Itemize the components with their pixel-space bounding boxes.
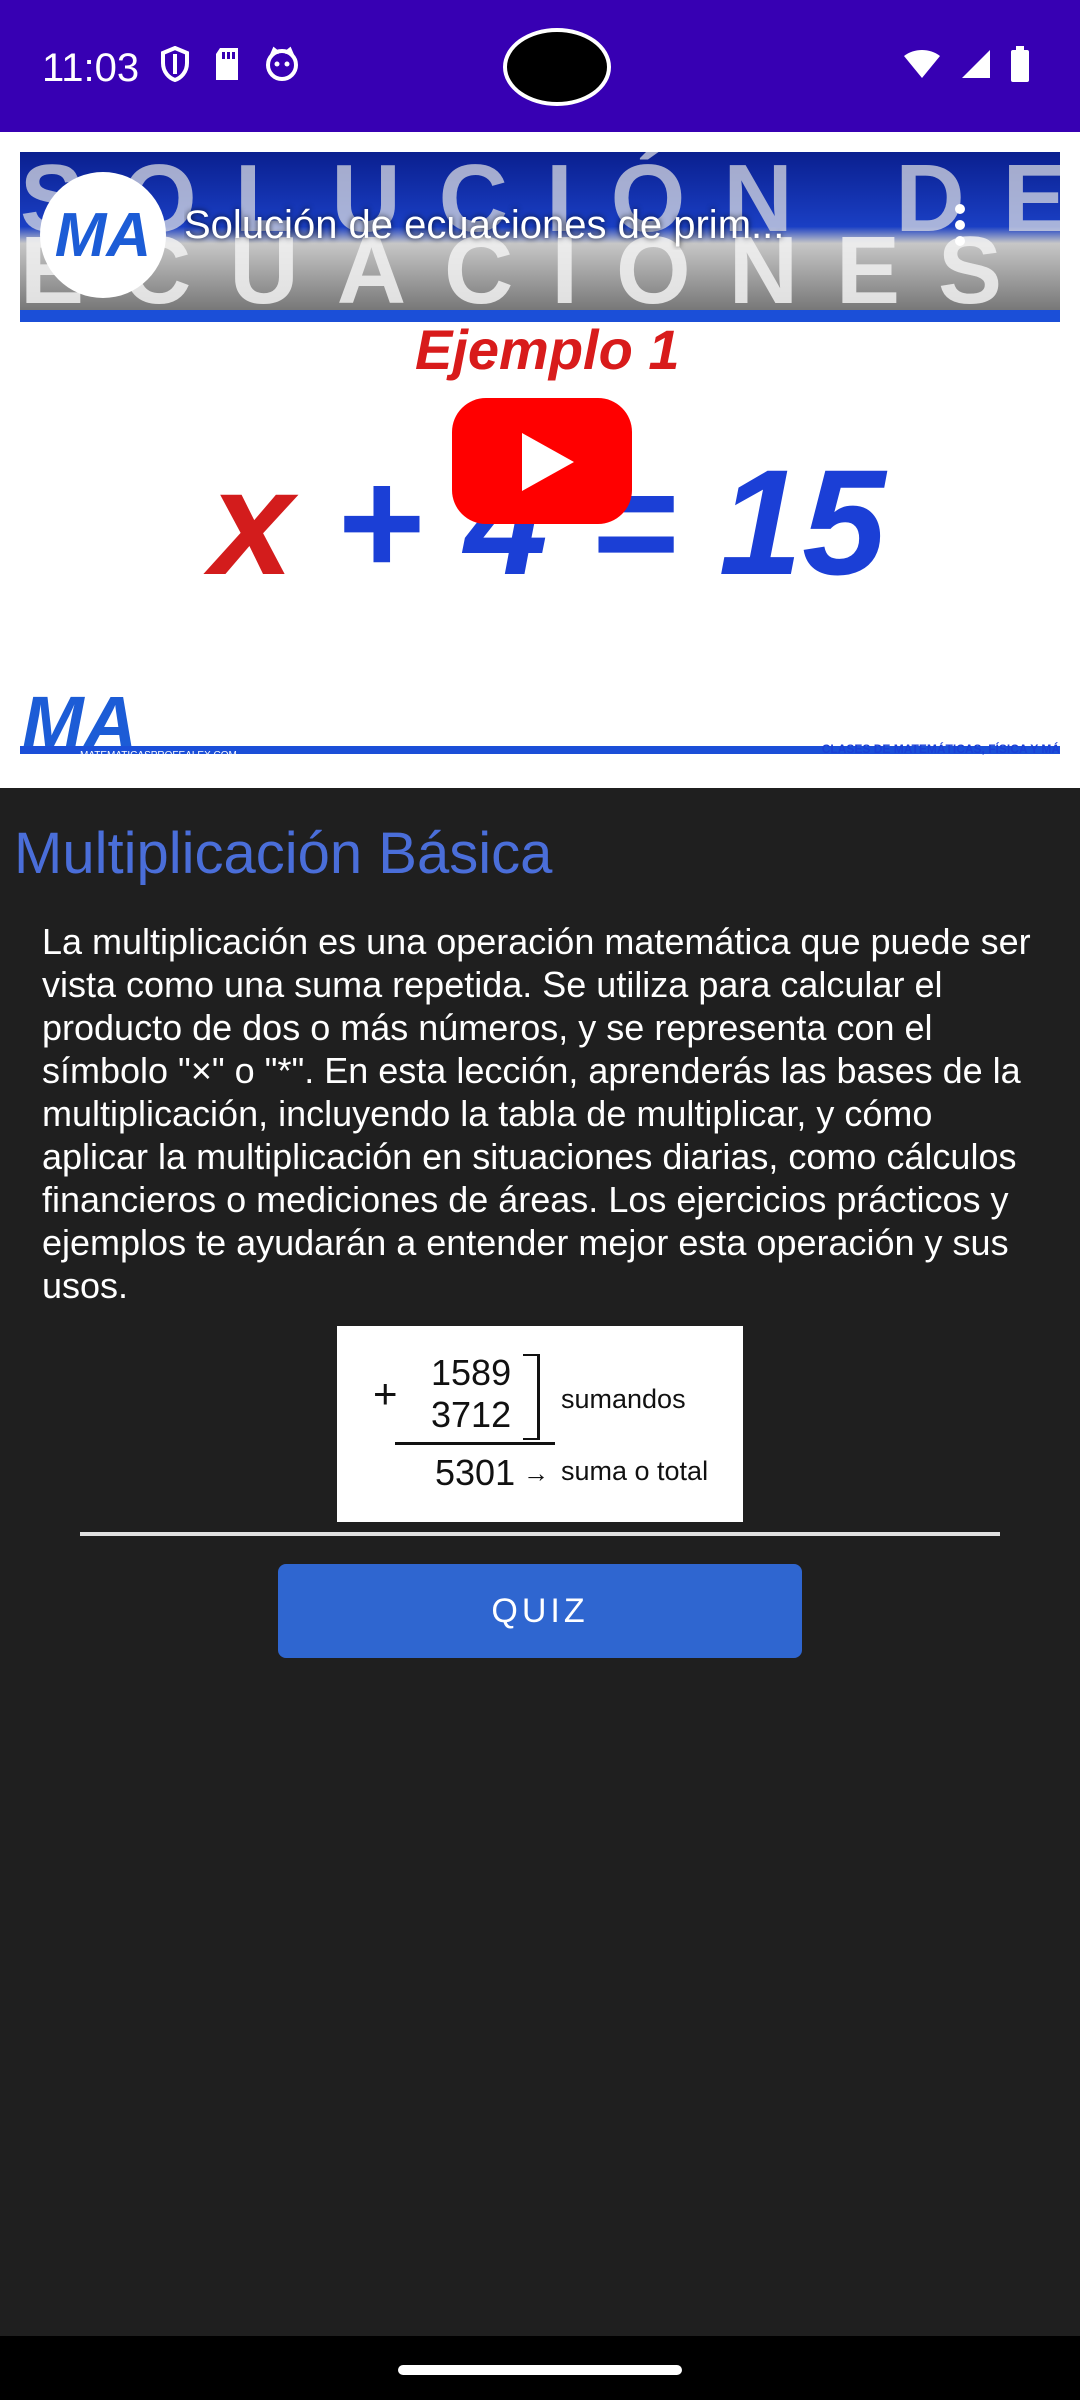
more-options-icon[interactable]: [952, 204, 968, 252]
sd-card-icon: [216, 48, 238, 80]
shield-icon: [161, 46, 189, 82]
video-thumbnail[interactable]: SOLUCIÓN DE ECUACIONES MA Solución de ec…: [20, 152, 1060, 768]
arrow-icon: →: [523, 1458, 549, 1488]
quiz-button[interactable]: QUIZ: [278, 1564, 802, 1658]
equation-variable: x: [210, 438, 294, 606]
status-bar: 11:03: [0, 0, 1080, 132]
lesson-body: La multiplicación es una operación matem…: [42, 921, 1031, 1306]
video-title[interactable]: Solución de ecuaciones de prim...: [184, 200, 914, 250]
divider: [80, 1532, 1000, 1536]
footer-url: MATEMATICASPROFEALEX.COM: [80, 750, 237, 761]
addend-1: 1589: [431, 1352, 512, 1393]
addends-label: sumandos: [561, 1384, 686, 1414]
status-time: 11:03: [42, 46, 140, 90]
signal-icon: [962, 50, 990, 78]
camera-cutout: [503, 28, 611, 106]
addend-2: 3712: [431, 1394, 512, 1435]
home-gesture-handle[interactable]: [398, 2365, 682, 2375]
footer-tagline: CLASES DE MATEMÁTICAS, FÍSICA Y MÁ: [821, 742, 1060, 756]
addends-bracket: [523, 1354, 540, 1440]
channel-avatar[interactable]: MA: [40, 172, 166, 298]
status-icons-right: [902, 46, 1030, 82]
content-top-spacer: [0, 132, 1080, 152]
sum-line: [395, 1442, 555, 1445]
example-label: Ejemplo 1: [415, 318, 680, 381]
cat-icon: [266, 46, 298, 81]
play-button[interactable]: [452, 398, 632, 524]
addition-diagram: + 1589 3712 sumandos 5301 → suma o total: [337, 1326, 743, 1522]
video-player[interactable]: SOLUCIÓN DE ECUACIONES MA Solución de ec…: [0, 152, 1080, 788]
plus-sign: +: [373, 1370, 398, 1417]
total-label: suma o total: [561, 1456, 709, 1486]
battery-icon: [1011, 46, 1029, 82]
wifi-icon: [904, 50, 940, 78]
lesson-title: Multiplicación Básica: [14, 821, 553, 886]
sum-total: 5301: [435, 1452, 516, 1493]
status-icons-left: [160, 46, 300, 82]
